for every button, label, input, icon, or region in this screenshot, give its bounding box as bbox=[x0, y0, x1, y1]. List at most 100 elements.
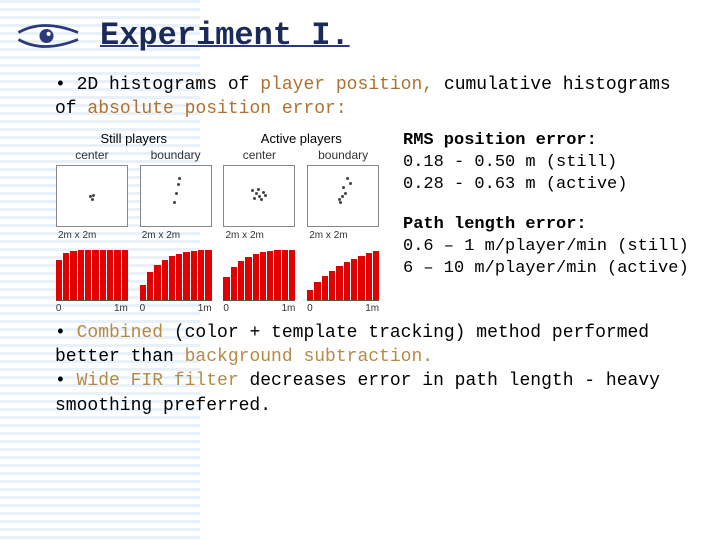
scatter-cell: 2m x 2m bbox=[134, 163, 218, 245]
bar-chart: 01m bbox=[140, 250, 212, 305]
bar-axis: 01m bbox=[140, 300, 212, 316]
text-highlight: background subtraction. bbox=[174, 347, 433, 367]
tick-label: 1m bbox=[281, 302, 295, 316]
text: • bbox=[55, 323, 77, 343]
slide-title: Experiment I. bbox=[100, 17, 350, 54]
tick-label: 0 bbox=[307, 302, 313, 316]
scatter-cell: 2m x 2m bbox=[301, 163, 385, 245]
data-point bbox=[175, 192, 178, 195]
rms-line: 0.18 - 0.50 m (still) bbox=[403, 152, 689, 174]
bar-cell: 01m bbox=[218, 245, 302, 307]
tick-label: 1m bbox=[114, 302, 128, 316]
bar bbox=[267, 251, 273, 300]
text-highlight: player position, bbox=[260, 75, 433, 95]
text-highlight: Wide FIR filter bbox=[77, 371, 239, 391]
data-point bbox=[346, 177, 349, 180]
bar-cell: 01m bbox=[50, 245, 134, 307]
tick-label: 0 bbox=[140, 302, 146, 316]
data-point bbox=[92, 194, 95, 197]
bullet-combined: • Combined (color + template tracking) m… bbox=[55, 321, 695, 418]
bar bbox=[63, 253, 69, 300]
text: • 2D histograms of bbox=[55, 75, 249, 95]
data-point bbox=[260, 198, 263, 201]
bar bbox=[322, 276, 328, 300]
eye-logo-icon bbox=[15, 15, 85, 55]
data-point bbox=[339, 201, 342, 204]
chart-panel: Still players Active players center boun… bbox=[50, 130, 385, 307]
scatter-cell: 2m x 2m bbox=[218, 163, 302, 245]
scatter-plot bbox=[140, 165, 212, 227]
bar bbox=[336, 266, 342, 300]
data-point bbox=[262, 191, 265, 194]
bar bbox=[245, 257, 251, 300]
data-point bbox=[91, 198, 94, 201]
bar bbox=[191, 251, 197, 300]
axis-label: 2m x 2m bbox=[220, 227, 300, 243]
data-point bbox=[257, 188, 260, 191]
bullet-histograms: • 2D histograms of player position, cumu… bbox=[55, 73, 695, 122]
bar-axis: 0 1m bbox=[223, 300, 295, 316]
bar bbox=[169, 256, 175, 300]
bar-axis: 01m bbox=[56, 300, 128, 316]
data-point bbox=[342, 186, 345, 189]
bar bbox=[223, 277, 229, 300]
bar-cell: 01m bbox=[301, 245, 385, 307]
data-point bbox=[177, 183, 180, 186]
bar bbox=[122, 250, 128, 300]
text-highlight: absolute position error: bbox=[87, 99, 346, 119]
chart-group-label: Still players bbox=[50, 130, 218, 148]
bar bbox=[154, 265, 160, 300]
scatter-cell: 2m x 2m bbox=[50, 163, 134, 245]
bar bbox=[373, 251, 379, 300]
bar bbox=[198, 250, 204, 300]
bar bbox=[238, 261, 244, 300]
bar-axis: 01m bbox=[307, 300, 379, 316]
bar bbox=[114, 250, 120, 300]
bar bbox=[176, 254, 182, 300]
axis-label: 2m x 2m bbox=[52, 227, 132, 243]
data-point bbox=[178, 177, 181, 180]
bar bbox=[100, 250, 106, 300]
bar-chart: 01m bbox=[307, 250, 379, 305]
axis-label: 2m x 2m bbox=[303, 227, 383, 243]
chart-sub-label: boundary bbox=[301, 147, 385, 163]
text: • bbox=[55, 371, 77, 391]
text-highlight: Combined bbox=[77, 323, 163, 343]
bar bbox=[253, 254, 259, 300]
data-point bbox=[344, 192, 347, 195]
path-line: 0.6 – 1 m/player/min (still) bbox=[403, 236, 689, 258]
bar-chart: 01m bbox=[223, 250, 295, 305]
bar bbox=[351, 259, 357, 300]
bar bbox=[205, 250, 211, 300]
chart-sub-label: center bbox=[50, 147, 134, 163]
bar bbox=[282, 250, 288, 300]
bar bbox=[140, 285, 146, 300]
rms-header: RMS position error: bbox=[403, 130, 689, 152]
data-point bbox=[341, 195, 344, 198]
axis-label: 2m x 2m bbox=[136, 227, 216, 243]
rms-line: 0.28 - 0.63 m (active) bbox=[403, 174, 689, 196]
data-point bbox=[264, 194, 267, 197]
stats-text: RMS position error: 0.18 - 0.50 m (still… bbox=[385, 130, 689, 299]
bar bbox=[274, 250, 280, 300]
bar bbox=[366, 253, 372, 300]
slide-header: Experiment I. bbox=[0, 0, 720, 65]
tick-label: 0 bbox=[223, 302, 229, 316]
bar bbox=[92, 250, 98, 300]
scatter-plot bbox=[56, 165, 128, 227]
bar bbox=[307, 290, 313, 300]
data-point bbox=[253, 197, 256, 200]
chart-sub-label: center bbox=[218, 147, 302, 163]
bar bbox=[329, 271, 335, 300]
bar bbox=[56, 260, 62, 300]
bar bbox=[231, 267, 237, 300]
chart-group-label: Active players bbox=[218, 130, 386, 148]
bar bbox=[344, 262, 350, 300]
bar bbox=[78, 250, 84, 300]
bar bbox=[358, 256, 364, 300]
bar-chart: 01m bbox=[56, 250, 128, 305]
chart-sub-label: boundary bbox=[134, 147, 218, 163]
bar bbox=[85, 250, 91, 300]
bar bbox=[70, 251, 76, 300]
bar bbox=[183, 252, 189, 300]
